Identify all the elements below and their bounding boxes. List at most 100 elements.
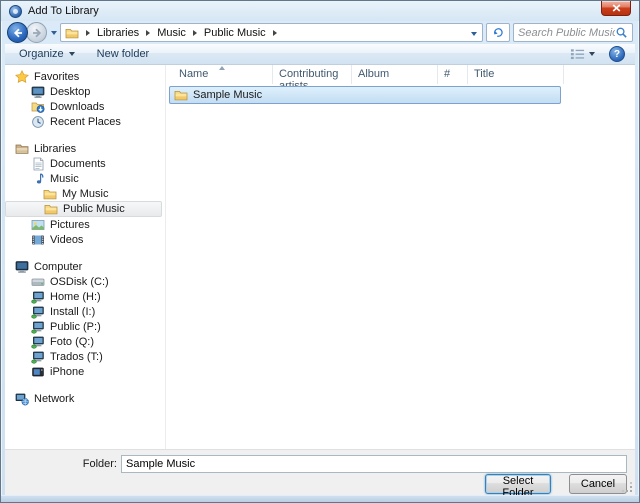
window-title: Add To Library [28,5,99,17]
network-drive-icon [31,335,45,349]
window-frame-bottom [1,495,639,502]
dialog-footer: Folder: Select Folder Cancel [5,449,635,495]
sidebar-item-osdisk-c[interactable]: OSDisk (C:) [5,274,165,289]
title-bar[interactable]: Add To Library [1,1,639,21]
document-icon [31,157,45,171]
desktop-icon [31,85,45,99]
breadcrumb-music[interactable]: Music [157,27,186,39]
sidebar-item-label: Network [34,393,74,405]
breadcrumb-separator-icon [273,30,277,36]
column-header-name[interactable]: Name [167,65,273,84]
sidebar-item-foto-q[interactable]: Foto (Q:) [5,334,165,349]
forward-button[interactable] [26,22,47,43]
organize-label: Organize [19,48,64,60]
sidebar-item-computer[interactable]: Computer [5,259,165,274]
cancel-button[interactable]: Cancel [569,474,627,494]
iphone-icon [31,365,45,379]
column-header-number[interactable]: # [438,65,468,84]
column-header-album[interactable]: Album [352,65,438,84]
recent-pages-dropdown-icon[interactable] [51,31,57,35]
address-breadcrumb-field[interactable]: Libraries Music Public Music [60,23,483,42]
libraries-icon [15,142,29,156]
sidebar-item-label: Downloads [50,101,104,113]
sidebar-item-home-h[interactable]: Home (H:) [5,289,165,304]
back-button[interactable] [7,22,28,43]
command-toolbar: Organize New folder ? [5,44,635,65]
resize-grip[interactable] [622,482,633,493]
new-folder-label: New folder [97,48,150,60]
column-header-title[interactable]: Title [468,65,564,84]
search-icon[interactable] [615,26,628,39]
file-row-sample-music[interactable]: Sample Music [169,86,561,104]
help-icon: ? [614,49,620,60]
sidebar-item-label: Favorites [34,71,79,83]
folder-field-label: Folder: [5,458,117,470]
sidebar-item-downloads[interactable]: Downloads [5,99,165,114]
breadcrumb-public-music[interactable]: Public Music [204,27,266,39]
sidebar-item-documents[interactable]: Documents [5,156,165,171]
sidebar-item-label: Pictures [50,219,90,231]
refresh-button[interactable] [486,23,510,42]
app-icon [9,5,22,18]
sort-ascending-icon [219,66,225,70]
sidebar-item-pictures[interactable]: Pictures [5,217,165,232]
close-icon [612,4,621,12]
sidebar-item-network[interactable]: Network [5,391,165,406]
sidebar-item-libraries[interactable]: Libraries [5,141,165,156]
sidebar-item-label: Computer [34,261,82,273]
file-list: Name Contributing artists Album # Title … [167,65,635,449]
sidebar-item-label: Recent Places [50,116,121,128]
network-drive-icon [31,320,45,334]
folder-icon [65,26,79,40]
computer-icon [15,260,29,274]
sidebar-item-desktop[interactable]: Desktop [5,84,165,99]
sidebar-item-label: Desktop [50,86,90,98]
toolbar-right-group: ? [570,46,625,62]
close-button[interactable] [601,1,631,16]
breadcrumb-libraries[interactable]: Libraries [97,27,139,39]
change-view-button[interactable] [570,48,595,60]
forward-arrow-icon [31,27,43,39]
sidebar-item-my-music[interactable]: My Music [5,186,165,201]
folder-icon [44,202,58,216]
sidebar-item-trados-t[interactable]: Trados (T:) [5,349,165,364]
column-header-contributing-artists[interactable]: Contributing artists [273,65,352,84]
address-bar: Libraries Music Public Music [5,21,635,44]
sidebar-item-public-music[interactable]: Public Music [5,201,162,217]
sidebar-item-label: Documents [50,158,106,170]
address-dropdown-button[interactable] [468,27,480,39]
star-icon [15,70,29,84]
help-button[interactable]: ? [609,46,625,62]
file-name: Sample Music [193,89,262,101]
sidebar-item-public-p[interactable]: Public (P:) [5,319,165,334]
sidebar-item-videos[interactable]: Videos [5,232,165,247]
back-arrow-icon [12,27,24,39]
chevron-down-icon [589,52,595,56]
sidebar-item-favorites[interactable]: Favorites [5,69,165,84]
folder-name-input[interactable] [121,455,627,473]
content-area: Favorites Desktop Downloads Recent Place… [5,65,635,449]
new-folder-button[interactable]: New folder [97,48,150,60]
network-drive-icon [31,290,45,304]
sidebar-item-label: Trados (T:) [50,351,103,363]
sidebar-item-music[interactable]: Music [5,171,165,186]
select-folder-button[interactable]: Select Folder [485,474,551,494]
video-icon [31,233,45,247]
sidebar-item-iphone[interactable]: iPhone [5,364,165,379]
organize-menu-button[interactable]: Organize [19,48,75,60]
refresh-icon [492,26,505,39]
sidebar-item-label: Foto (Q:) [50,336,94,348]
views-icon [570,48,585,60]
breadcrumb-separator-icon [146,30,150,36]
search-input[interactable] [518,27,615,39]
sidebar-item-label: Home (H:) [50,291,101,303]
recent-places-icon [31,115,45,129]
navigation-pane: Favorites Desktop Downloads Recent Place… [5,65,166,449]
sidebar-item-label: Install (I:) [50,306,95,318]
sidebar-item-install-i[interactable]: Install (I:) [5,304,165,319]
sidebar-item-recent-places[interactable]: Recent Places [5,114,165,129]
network-drive-icon [31,350,45,364]
folder-icon [43,187,57,201]
sidebar-item-label: Public Music [63,203,125,215]
folder-icon [174,88,188,102]
